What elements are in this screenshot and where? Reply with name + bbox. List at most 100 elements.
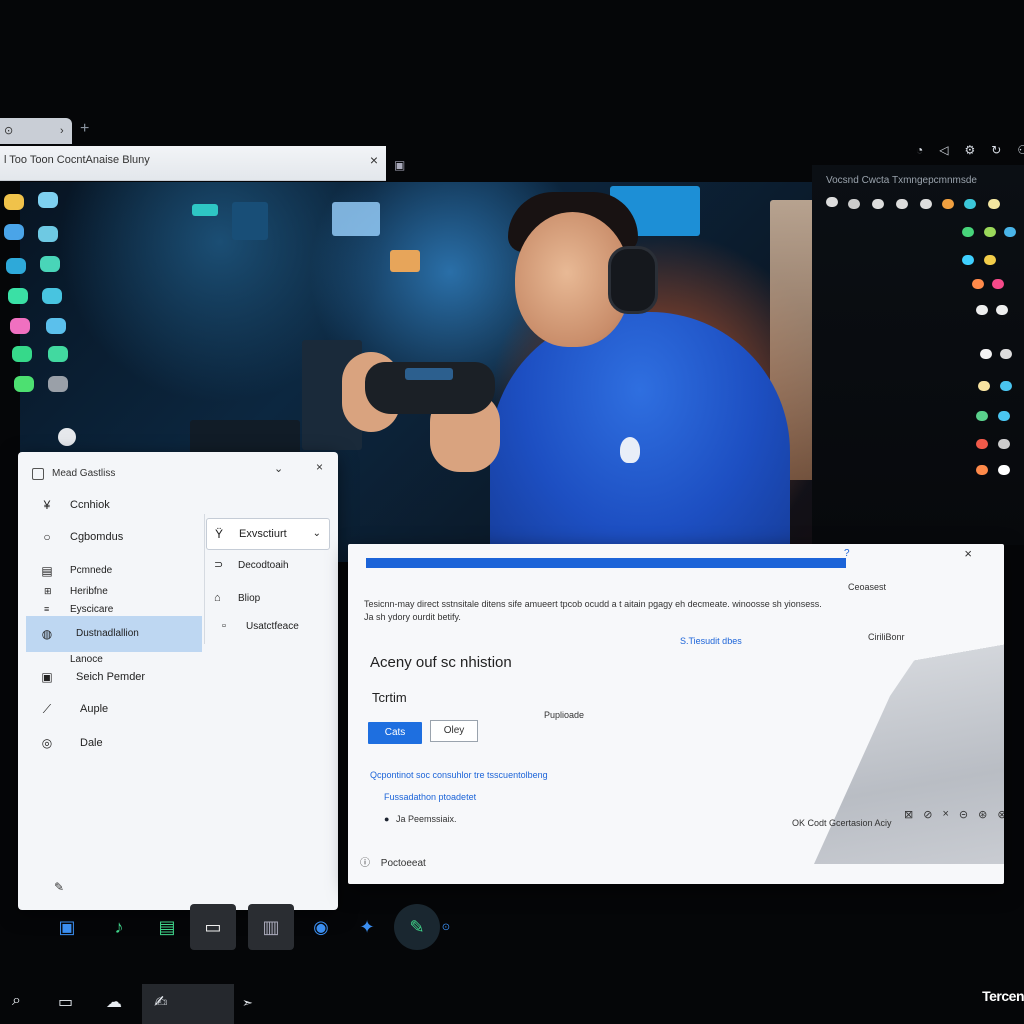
nav-item-cgbomdus[interactable]: ○ Cgbomdus: [26, 524, 206, 550]
more-icon[interactable]: ⊙: [436, 904, 456, 950]
nav-item-pcmnede[interactable]: ▤ Pcmnede: [26, 558, 206, 584]
app-icon[interactable]: [972, 279, 984, 289]
app-icon[interactable]: [872, 199, 884, 209]
tool-icon[interactable]: ⊝: [959, 808, 968, 821]
app-icon[interactable]: [976, 465, 988, 475]
option-link[interactable]: Qcpontinot soc consuhlor tre tsscuentolb…: [370, 770, 548, 780]
app-icon[interactable]: [6, 258, 26, 274]
music-app-icon[interactable]: ♪: [96, 904, 142, 950]
option-link[interactable]: Ja Peemssiaix.: [396, 814, 457, 824]
app-dock: ▣ ♪ ▤ ▭ ▥ ◉ ✦ ✎ ⊙: [40, 900, 460, 956]
main-dialog: ? × Tesicnn-may direct sstnsitale ditens…: [348, 544, 1004, 884]
chart-app-icon[interactable]: ▥: [248, 904, 294, 950]
close-icon[interactable]: ×: [370, 152, 378, 168]
app-icon[interactable]: [988, 199, 1000, 209]
app-icon[interactable]: [46, 318, 66, 334]
app-icon[interactable]: [826, 197, 838, 207]
cancel-button[interactable]: Oley: [430, 720, 478, 742]
app-icon[interactable]: [976, 411, 988, 421]
new-tab-icon[interactable]: +: [80, 120, 89, 138]
app-icon[interactable]: [942, 199, 954, 209]
app-icon[interactable]: [848, 199, 860, 209]
app-icon[interactable]: [964, 199, 976, 209]
app-icon[interactable]: [40, 256, 60, 272]
nav-item-ccnhiok[interactable]: ¥ Ccnhiok: [26, 492, 206, 518]
close-icon[interactable]: ×: [964, 546, 972, 561]
tool-icon[interactable]: ⊠: [904, 808, 913, 821]
cursor-icon[interactable]: ↻: [991, 143, 1001, 157]
help-icon[interactable]: ?: [844, 548, 850, 559]
pen-icon[interactable]: ✍: [154, 992, 167, 1012]
app-icon[interactable]: [920, 199, 932, 209]
category-dropdown[interactable]: Ÿ Exvsctiurt ⌄: [206, 518, 330, 550]
app-icon[interactable]: [1000, 381, 1012, 391]
app-icon[interactable]: [38, 226, 58, 242]
tab-chevron-icon[interactable]: ›: [60, 118, 64, 144]
app-icon[interactable]: [1000, 349, 1012, 359]
store-app-icon[interactable]: ✦: [344, 904, 390, 950]
game-app-icon[interactable]: ✎: [394, 904, 440, 950]
section-item[interactable]: ▫ Usatctfeace: [222, 620, 299, 632]
person-icon[interactable]: ⚇: [1017, 143, 1024, 157]
app-icon[interactable]: [976, 305, 988, 315]
app-icon[interactable]: [992, 279, 1004, 289]
folder-app-icon[interactable]: ▭: [190, 904, 236, 950]
tool-icon[interactable]: ⊘: [923, 808, 932, 821]
bell-icon[interactable]: ◔: [916, 143, 923, 157]
app-icon[interactable]: [38, 192, 58, 208]
close-icon[interactable]: ×: [316, 460, 323, 474]
app-icon[interactable]: [978, 381, 990, 391]
cloud-icon[interactable]: ☁: [106, 992, 122, 1012]
folder-icon[interactable]: [4, 194, 24, 210]
chat-app-icon[interactable]: ▤: [144, 904, 190, 950]
section-item[interactable]: ⌂ Bliop: [214, 592, 260, 604]
image-app-icon[interactable]: ▣: [44, 904, 90, 950]
app-icon[interactable]: [976, 439, 988, 449]
save-icon[interactable]: ▣: [394, 158, 406, 172]
right-panel: Vocsnd Cwcta Txmngepcmnmsde: [812, 165, 1024, 545]
tool-icon[interactable]: ⊗: [997, 808, 1004, 821]
window-icon[interactable]: ▭: [58, 992, 73, 1012]
app-icon[interactable]: [10, 318, 30, 334]
globe-icon[interactable]: [58, 428, 76, 446]
edit-icon[interactable]: ✎: [54, 880, 64, 894]
app-icon[interactable]: [48, 346, 68, 362]
sub-item-label[interactable]: Heribfne: [70, 586, 108, 597]
app-icon[interactable]: [1004, 227, 1016, 237]
tool-icon[interactable]: ×: [942, 808, 948, 821]
sub-item-label[interactable]: Eyscicare: [70, 604, 113, 615]
browser-app-icon[interactable]: ◉: [298, 904, 344, 950]
app-icon[interactable]: [48, 376, 68, 392]
nav-item-auple[interactable]: ⟋ Auple: [26, 696, 206, 722]
details-link[interactable]: S.Tiesudit dbes: [680, 636, 742, 646]
send-icon[interactable]: ➣: [242, 995, 253, 1011]
app-icon[interactable]: [984, 255, 996, 265]
arrow-icon[interactable]: ◁: [939, 143, 948, 157]
nav-item-seich-pemder[interactable]: ▣ Seich Pemder: [26, 664, 206, 690]
app-icon[interactable]: [962, 227, 974, 237]
section-item[interactable]: ⊃ Decodtoaih: [214, 558, 289, 571]
browser-tab[interactable]: ⊙ ›: [0, 118, 72, 144]
chevron-down-icon[interactable]: ⌄: [274, 462, 283, 475]
option-link[interactable]: Fussadathon ptoadetet: [384, 792, 476, 802]
app-icon[interactable]: [896, 199, 908, 209]
app-icon[interactable]: [998, 411, 1010, 421]
tool-icon[interactable]: ⊛: [978, 808, 987, 821]
app-icon[interactable]: [14, 376, 34, 392]
screen-glow-icon: [192, 204, 218, 216]
app-icon[interactable]: [4, 224, 24, 240]
settings-icon[interactable]: ⚙: [964, 143, 975, 157]
app-icon[interactable]: [984, 227, 996, 237]
ok-button[interactable]: Cats: [368, 722, 422, 744]
app-icon[interactable]: [998, 465, 1010, 475]
nav-item-dale[interactable]: ◎ Dale: [26, 730, 206, 756]
app-icon[interactable]: [980, 349, 992, 359]
app-icon[interactable]: [998, 439, 1010, 449]
app-icon[interactable]: [962, 255, 974, 265]
app-icon[interactable]: [42, 288, 62, 304]
search-icon[interactable]: ⌕: [12, 992, 21, 1010]
nav-item-dustnadlallion[interactable]: ◍ Dustnadlallion: [26, 616, 202, 652]
app-icon[interactable]: [996, 305, 1008, 315]
app-icon[interactable]: [8, 288, 28, 304]
app-icon[interactable]: [12, 346, 32, 362]
